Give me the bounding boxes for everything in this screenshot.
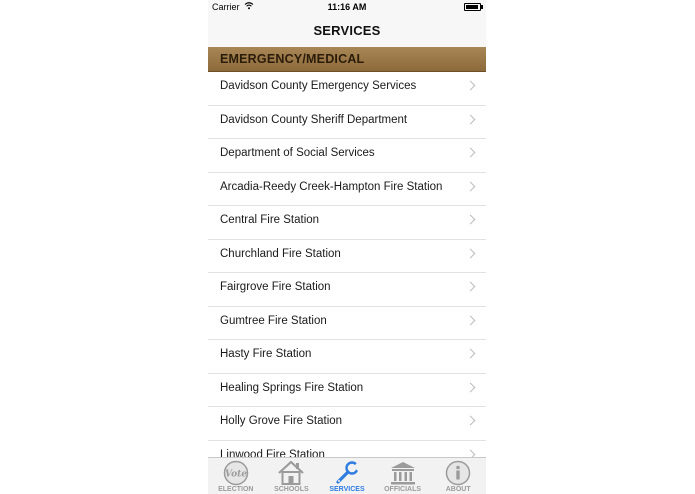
phone-screen: Carrier 11:16 AM SERVICES EMERGENCY/MEDI… <box>208 0 486 494</box>
list-item-label: Gumtree Fire Station <box>220 314 327 327</box>
list-item[interactable]: Central Fire Station <box>208 206 486 240</box>
tab-services-label: SERVICES <box>329 486 365 493</box>
list-item-label: Hasty Fire Station <box>220 348 312 360</box>
section-title: EMERGENCY/MEDICAL <box>220 52 365 66</box>
list-item-label: Arcadia-Reedy Creek-Hampton Fire Station <box>220 180 443 193</box>
list-item[interactable]: Healing Springs Fire Station <box>208 374 486 407</box>
chevron-right-icon <box>465 281 476 292</box>
tab-officials[interactable]: OFFICIALS <box>375 458 431 494</box>
capitol-icon <box>390 462 415 485</box>
tab-services[interactable]: SERVICES <box>319 458 375 494</box>
tab-bar: Vote ELECTION SCHOOLS SERVICES OFFICIALS… <box>208 457 486 494</box>
navigation-bar: SERVICES <box>208 14 486 48</box>
chevron-right-icon <box>465 348 476 359</box>
chevron-right-icon <box>465 181 476 191</box>
tab-election[interactable]: Vote ELECTION <box>208 458 264 494</box>
chevron-right-icon <box>465 147 476 158</box>
services-list: Davidson County Emergency Services David… <box>208 72 486 474</box>
list-item[interactable]: Davidson County Sheriff Department <box>208 106 486 139</box>
wrench-icon <box>336 461 360 484</box>
info-icon <box>445 460 471 486</box>
list-item[interactable]: Fairgrove Fire Station <box>208 273 486 307</box>
chevron-right-icon <box>465 214 476 225</box>
tab-officials-label: OFFICIALS <box>384 486 422 493</box>
chevron-right-icon <box>465 382 476 392</box>
list-item[interactable]: Department of Social Services <box>208 139 486 173</box>
svg-text:Vote: Vote <box>225 470 247 480</box>
status-bar: Carrier 11:16 AM <box>208 0 486 14</box>
list-item-label: Holly Grove Fire Station <box>220 415 343 427</box>
chevron-right-icon <box>465 114 476 124</box>
list-item-label: Fairgrove Fire Station <box>220 281 331 293</box>
list-item[interactable]: Hasty Fire Station <box>208 340 486 374</box>
tab-schools[interactable]: SCHOOLS <box>264 458 320 494</box>
tab-election-label: ELECTION <box>218 486 254 493</box>
list-item[interactable]: Churchland Fire Station <box>208 240 486 273</box>
chevron-right-icon <box>465 315 476 325</box>
chevron-right-icon <box>465 80 476 91</box>
list-item[interactable]: Holly Grove Fire Station <box>208 407 486 441</box>
section-header: EMERGENCY/MEDICAL <box>208 47 486 72</box>
chevron-right-icon <box>465 248 476 258</box>
battery-icon <box>464 3 483 11</box>
house-icon <box>278 460 305 485</box>
list-item[interactable]: Gumtree Fire Station <box>208 307 486 340</box>
list-item-label: Davidson County Sheriff Department <box>220 113 408 126</box>
list-item-label: Churchland Fire Station <box>220 247 341 260</box>
list-item[interactable]: Davidson County Emergency Services <box>208 72 486 106</box>
chevron-right-icon <box>465 415 476 426</box>
list-item-label: Healing Springs Fire Station <box>220 381 364 394</box>
list-item-label: Davidson County Emergency Services <box>220 80 417 92</box>
status-time: 11:16 AM <box>327 2 367 12</box>
list-item-label: Department of Social Services <box>220 147 375 159</box>
list-item-label: Central Fire Station <box>220 214 320 226</box>
list-item[interactable]: Arcadia-Reedy Creek-Hampton Fire Station <box>208 173 486 206</box>
tab-schools-label: SCHOOLS <box>274 486 309 493</box>
tab-about[interactable]: ABOUT <box>430 458 486 494</box>
vote-icon: Vote <box>223 460 249 486</box>
page-title: SERVICES <box>313 23 381 38</box>
tab-about-label: ABOUT <box>445 486 471 493</box>
